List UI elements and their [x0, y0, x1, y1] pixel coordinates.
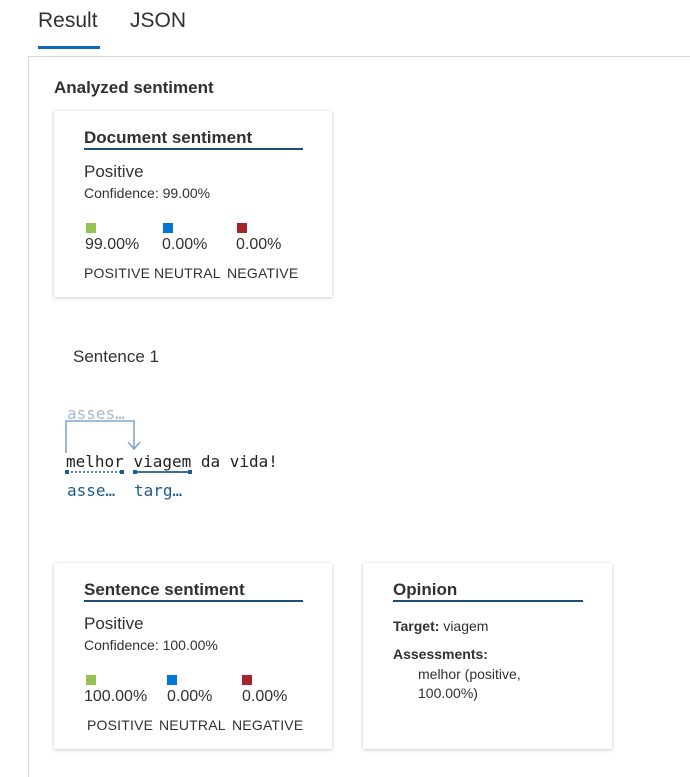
- assessments-key: Assessments:: [393, 646, 488, 662]
- tab-bar: Result JSON: [0, 0, 690, 56]
- sentence-sentiment-label: Positive: [84, 614, 144, 633]
- opinion-card: Opinion Target: viagem Assessments: melh…: [363, 563, 612, 749]
- sentence-sentiment-card: Sentence sentiment Positive Confidence: …: [54, 563, 332, 749]
- negative-caption: NEGATIVE: [232, 717, 304, 733]
- assessment-line-1: melhor (positive,: [418, 666, 521, 682]
- sentence-heading: Sentence 1: [73, 347, 160, 366]
- negative-caption: NEGATIVE: [227, 265, 299, 281]
- sentence-confidence: Confidence: 100.00%: [84, 637, 218, 653]
- opinion-target: Target: viagem: [393, 618, 488, 634]
- negative-score: 0.00%: [236, 236, 282, 253]
- title-underline: [393, 600, 583, 602]
- document-sentiment-label: Positive: [84, 162, 144, 181]
- positive-swatch: [86, 675, 96, 685]
- relation-arrow: [65, 420, 141, 453]
- neutral-swatch: [163, 223, 173, 233]
- neutral-swatch: [167, 675, 177, 685]
- document-sentiment-card: Document sentiment Positive Confidence: …: [54, 111, 332, 297]
- positive-score: 100.00%: [84, 688, 148, 705]
- tab-json[interactable]: JSON: [130, 9, 186, 33]
- positive-caption: POSITIVE: [87, 717, 154, 733]
- negative-swatch: [242, 675, 252, 685]
- negative-score: 0.00%: [242, 688, 288, 705]
- neutral-caption: NEUTRAL: [154, 265, 221, 281]
- title-underline: [84, 600, 303, 602]
- target-value: viagem: [443, 618, 489, 634]
- neutral-score: 0.00%: [162, 236, 208, 253]
- negative-swatch: [237, 223, 247, 233]
- active-tab-indicator: [38, 46, 100, 49]
- assessment-tag[interactable]: asse…: [67, 481, 115, 500]
- opinion-title: Opinion: [393, 580, 458, 599]
- target-tag[interactable]: targ…: [134, 481, 182, 500]
- assessment-line-2: 100.00%): [418, 685, 478, 701]
- document-confidence: Confidence: 99.00%: [84, 185, 211, 201]
- target-key: Target:: [393, 618, 440, 634]
- positive-score: 99.00%: [85, 236, 140, 253]
- tab-result[interactable]: Result: [38, 9, 98, 33]
- neutral-caption: NEUTRAL: [159, 717, 226, 733]
- neutral-score: 0.00%: [167, 688, 213, 705]
- positive-swatch: [86, 223, 96, 233]
- span-underlines: [65, 470, 192, 474]
- sentence-sentiment-title: Sentence sentiment: [84, 580, 245, 599]
- document-sentiment-title: Document sentiment: [84, 128, 253, 147]
- title-underline: [84, 148, 303, 150]
- section-title: Analyzed sentiment: [54, 78, 214, 97]
- word-rest: da vida!: [200, 452, 278, 471]
- positive-caption: POSITIVE: [84, 265, 151, 281]
